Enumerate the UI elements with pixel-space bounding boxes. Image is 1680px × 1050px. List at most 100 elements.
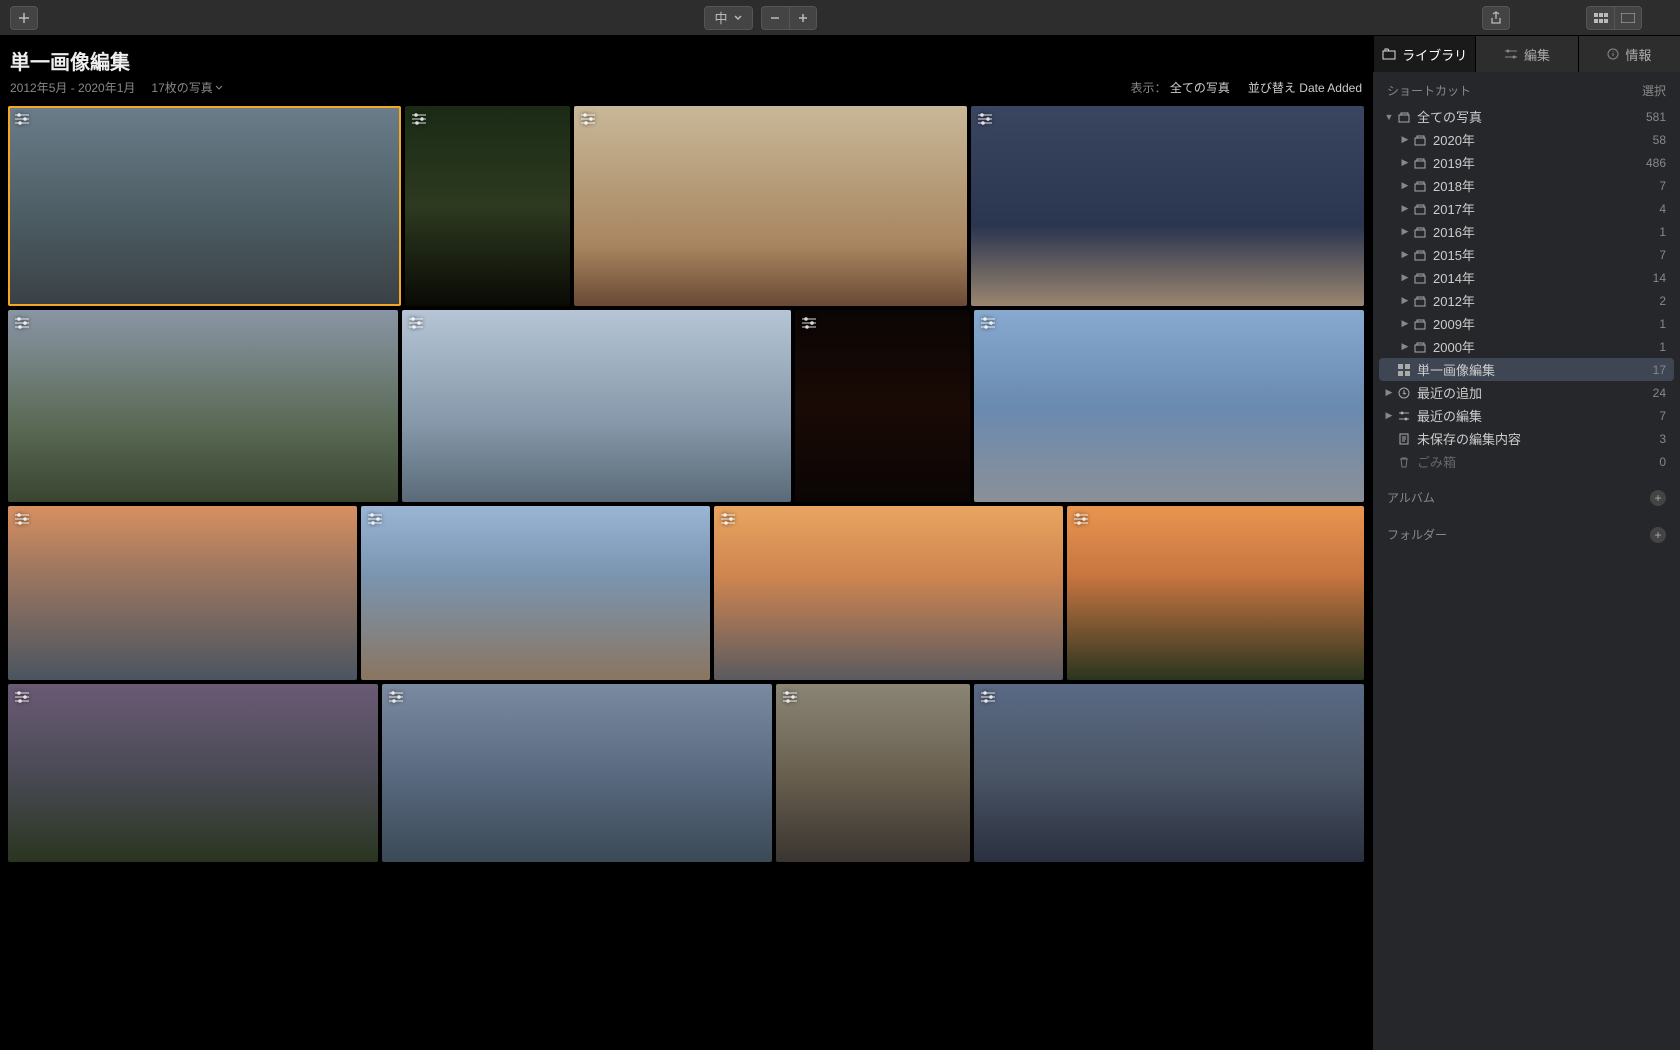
stack-icon xyxy=(1411,318,1429,330)
sidebar: ライブラリ 編集 情報 ショートカット 選択 ▼全ての写真581▶2020年58… xyxy=(1372,36,1680,1050)
disclosure-icon[interactable]: ▶ xyxy=(1399,226,1411,237)
share-button[interactable] xyxy=(1482,6,1510,30)
sidebar-item-11[interactable]: 単一画像編集17 xyxy=(1379,358,1674,381)
sidebar-item-count: 1 xyxy=(1659,340,1666,354)
page-title: 単一画像編集 xyxy=(10,46,1362,75)
photo-thumbnail[interactable] xyxy=(405,106,570,306)
sidebar-item-label: 2000年 xyxy=(1429,337,1659,356)
photo-count[interactable]: 17枚の写真 xyxy=(151,79,222,96)
disclosure-icon[interactable]: ▶ xyxy=(1399,203,1411,214)
sidebar-item-label: 2019年 xyxy=(1429,153,1646,172)
sidebar-item-10[interactable]: ▶ 2000年1 xyxy=(1379,335,1674,358)
adjustments-icon xyxy=(980,690,996,704)
disclosure-icon[interactable]: ▶ xyxy=(1399,249,1411,260)
sidebar-item-label: 2018年 xyxy=(1429,176,1659,195)
photo-thumbnail[interactable] xyxy=(574,106,967,306)
stack-icon xyxy=(1411,134,1429,146)
sort-control[interactable]: 並び替え Date Added xyxy=(1248,79,1362,96)
sidebar-item-label: 最近の編集 xyxy=(1413,406,1659,425)
add-button[interactable] xyxy=(10,6,38,30)
sidebar-item-9[interactable]: ▶2009年1 xyxy=(1379,312,1674,335)
sidebar-item-13[interactable]: ▶ 最近の編集7 xyxy=(1379,404,1674,427)
photo-thumbnail[interactable] xyxy=(795,310,970,502)
disclosure-icon[interactable]: ▶ xyxy=(1399,180,1411,191)
sidebar-item-4[interactable]: ▶ 2017年4 xyxy=(1379,197,1674,220)
photo-thumbnail[interactable] xyxy=(361,506,710,680)
photo-thumbnail[interactable] xyxy=(974,310,1364,502)
adjustments-icon xyxy=(408,316,424,330)
sidebar-item-count: 581 xyxy=(1646,110,1666,124)
zoom-in-button[interactable] xyxy=(789,6,817,30)
disclosure-icon[interactable]: ▶ xyxy=(1399,295,1411,306)
sidebar-item-label: 2017年 xyxy=(1429,199,1659,218)
tab-edit[interactable]: 編集 xyxy=(1475,36,1577,72)
adjustments-icon xyxy=(580,112,596,126)
photo-thumbnail[interactable] xyxy=(1067,506,1364,680)
sidebar-item-6[interactable]: ▶2015年7 xyxy=(1379,243,1674,266)
single-view-button[interactable] xyxy=(1614,6,1642,30)
photo-thumbnail[interactable] xyxy=(971,106,1364,306)
stack-icon xyxy=(1411,180,1429,192)
sidebar-item-15[interactable]: ごみ箱0 xyxy=(1379,450,1674,473)
adjustments-icon xyxy=(720,512,736,526)
photo-thumbnail[interactable] xyxy=(8,106,401,306)
sidebar-item-7[interactable]: ▶2014年14 xyxy=(1379,266,1674,289)
sidebar-item-count: 17 xyxy=(1653,363,1666,377)
sidebar-item-3[interactable]: ▶2018年7 xyxy=(1379,174,1674,197)
disclosure-icon[interactable]: ▶ xyxy=(1399,157,1411,168)
adjustments-icon xyxy=(367,512,383,526)
sidebar-item-label: 単一画像編集 xyxy=(1413,360,1653,379)
adjustments-icon xyxy=(411,112,427,126)
zoom-out-button[interactable] xyxy=(761,6,789,30)
sidebar-item-0[interactable]: ▼全ての写真581 xyxy=(1379,105,1674,128)
photo-thumbnail[interactable] xyxy=(776,684,971,862)
photo-thumbnail[interactable] xyxy=(402,310,792,502)
tab-info[interactable]: 情報 xyxy=(1578,36,1680,72)
adjustments-icon xyxy=(801,316,817,330)
disclosure-icon[interactable]: ▶ xyxy=(1399,341,1411,352)
photo-thumbnail[interactable] xyxy=(8,506,357,680)
tab-library[interactable]: ライブラリ xyxy=(1373,36,1475,72)
filter-control[interactable]: 表示： 全ての写真 xyxy=(1131,79,1230,96)
stack-icon xyxy=(1395,111,1413,123)
grid-view-button[interactable] xyxy=(1586,6,1614,30)
sidebar-item-5[interactable]: ▶2016年1 xyxy=(1379,220,1674,243)
chevron-down-icon xyxy=(215,85,223,91)
photo-thumbnail[interactable] xyxy=(714,506,1063,680)
sidebar-item-14[interactable]: 未保存の編集内容3 xyxy=(1379,427,1674,450)
disclosure-icon[interactable]: ▶ xyxy=(1383,410,1395,421)
sidebar-item-8[interactable]: ▶2012年2 xyxy=(1379,289,1674,312)
photo-thumbnail[interactable] xyxy=(382,684,772,862)
photo-thumbnail[interactable] xyxy=(974,684,1364,862)
select-label[interactable]: 選択 xyxy=(1642,82,1666,99)
adjustments-icon xyxy=(388,690,404,704)
disclosure-icon[interactable]: ▶ xyxy=(1399,134,1411,145)
photo-grid xyxy=(0,102,1372,1050)
add-album-button[interactable]: + xyxy=(1650,490,1666,506)
library-icon xyxy=(1382,48,1396,60)
doc-icon xyxy=(1395,433,1413,445)
add-folder-button[interactable]: + xyxy=(1650,527,1666,543)
sidebar-item-label: 2016年 xyxy=(1429,222,1659,241)
clock-icon: + xyxy=(1395,387,1413,399)
disclosure-icon[interactable]: ▶ xyxy=(1399,318,1411,329)
sidebar-item-count: 7 xyxy=(1659,409,1666,423)
sidebar-item-count: 2 xyxy=(1659,294,1666,308)
sidebar-item-1[interactable]: ▶2020年58 xyxy=(1379,128,1674,151)
disclosure-icon[interactable]: ▶ xyxy=(1383,387,1395,398)
stack-icon xyxy=(1411,249,1429,261)
photo-thumbnail[interactable] xyxy=(8,310,398,502)
sidebar-item-2[interactable]: ▶2019年486 xyxy=(1379,151,1674,174)
grid-icon xyxy=(1395,364,1413,376)
sidebar-item-count: 4 xyxy=(1659,202,1666,216)
adjustments-icon xyxy=(980,316,996,330)
photo-thumbnail[interactable] xyxy=(8,684,378,862)
disclosure-icon[interactable]: ▼ xyxy=(1383,112,1395,122)
sidebar-item-12[interactable]: ▶+最近の追加24 xyxy=(1379,381,1674,404)
stack-icon xyxy=(1411,341,1429,353)
disclosure-icon[interactable]: ▶ xyxy=(1399,272,1411,283)
adjustments-icon xyxy=(14,512,30,526)
stack-icon xyxy=(1411,295,1429,307)
zoom-level-button[interactable]: 中 xyxy=(704,6,753,30)
adjustments-icon xyxy=(782,690,798,704)
